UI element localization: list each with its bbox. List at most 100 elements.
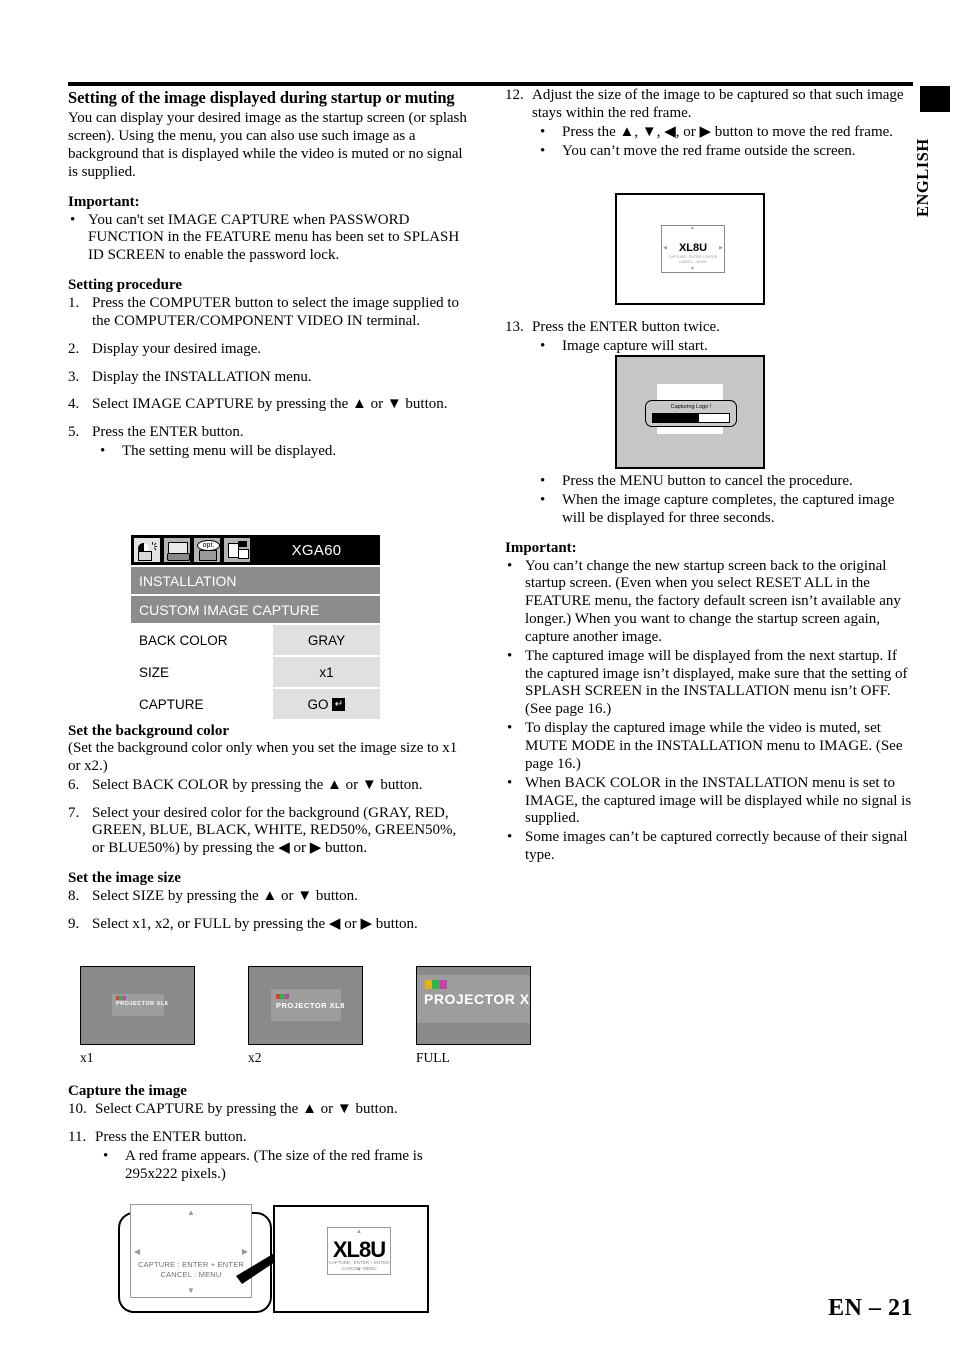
bullet-dot: • bbox=[540, 123, 546, 140]
thumbnail-caption: x2 bbox=[248, 1050, 262, 1065]
osd-row-custom-image-capture[interactable]: CUSTOM IMAGE CAPTURE bbox=[131, 594, 380, 623]
osd-value[interactable]: x1 bbox=[272, 657, 380, 687]
frame-down-arrow-icon: ▼ bbox=[356, 1267, 362, 1273]
bullet-text: You can’t move the red frame outside the… bbox=[562, 142, 856, 159]
step-12: 12. Adjust the size of the image to be c… bbox=[505, 87, 913, 123]
step-number: 1. bbox=[68, 295, 80, 312]
step-3: 3. Display the INSTALLATION menu. bbox=[68, 369, 468, 387]
important-bullet-1: • You can’t change the new startup scree… bbox=[505, 558, 913, 647]
image-icon[interactable] bbox=[133, 537, 161, 563]
important-bullet-left: • You can't set IMAGE CAPTURE when PASSW… bbox=[68, 212, 468, 266]
figure-up-arrow-icon: ▲ bbox=[690, 226, 695, 231]
important-bullet-4: • When BACK COLOR in the INSTALLATION me… bbox=[505, 775, 913, 829]
step-1: 1. Press the COMPUTER button to select t… bbox=[68, 295, 468, 331]
osd-row-back-color[interactable]: BACK COLOR GRAY bbox=[131, 623, 380, 655]
opt-box-glyph bbox=[199, 550, 217, 561]
progress-bar-fill bbox=[653, 414, 699, 422]
enter-icon: ↵ bbox=[332, 697, 346, 711]
step-number: 10. bbox=[68, 1101, 87, 1117]
osd-row-installation[interactable]: INSTALLATION bbox=[131, 565, 380, 594]
osd-row-capture[interactable]: CAPTURE GO ↵ bbox=[131, 687, 380, 719]
osd-key: CAPTURE bbox=[131, 689, 273, 719]
bullet-text: You can't set IMAGE CAPTURE when PASSWOR… bbox=[88, 211, 460, 264]
opt-icon[interactable]: opt. bbox=[193, 537, 221, 563]
rgb-chip-icon bbox=[425, 980, 447, 989]
osd-value-capture[interactable]: GO ↵ bbox=[272, 689, 380, 719]
progress-bar-track bbox=[652, 413, 730, 423]
right-column-lower: • Press the MENU button to cancel the pr… bbox=[505, 472, 913, 865]
bullet-text: To display the captured image while the … bbox=[525, 720, 903, 772]
step-text: Select BACK COLOR by pressing the ▲ or ▼… bbox=[92, 776, 423, 793]
step-number: 8. bbox=[68, 888, 80, 905]
step-11: 11. Press the ENTER button. bbox=[68, 1129, 468, 1147]
bullet-dot: • bbox=[103, 1147, 109, 1164]
page-title: Setting of the image displayed during st… bbox=[68, 88, 455, 107]
magnified-osd-frame: ▲ ◀ ▶ CAPTURE : ENTER + ENTER CANCEL : M… bbox=[130, 1204, 252, 1298]
bullet-dot: • bbox=[540, 142, 546, 159]
thumbnail-screen: PROJECTOR XL8 bbox=[416, 966, 531, 1045]
important-bullet-2: • The captured image will be displayed f… bbox=[505, 648, 913, 719]
bullet-dot: • bbox=[100, 443, 106, 460]
figure-red-frame-on-screen: XL8U CAPTURE : ENTER + ENTER CANCEL : ME… bbox=[615, 193, 765, 305]
step-2: 2. Display your desired image. bbox=[68, 341, 468, 359]
install-glyph-b bbox=[238, 541, 247, 547]
osd-value[interactable]: GRAY bbox=[272, 625, 380, 655]
osd-menu-name: INSTALLATION bbox=[131, 567, 380, 594]
capture-heading: Capture the image bbox=[68, 1083, 187, 1099]
osd-row-size[interactable]: SIZE x1 bbox=[131, 655, 380, 687]
step-13-bullet: • Image capture will start. bbox=[505, 338, 913, 356]
background-color-heading: Set the background color bbox=[68, 723, 229, 739]
install-glyph-c bbox=[238, 549, 249, 559]
image-size-examples: PROJECTOR XL8 x1 PROJECTOR XL8 x2 PROJEC… bbox=[80, 966, 531, 1066]
step-number: 2. bbox=[68, 340, 80, 357]
step-number: 12. bbox=[505, 87, 524, 103]
figure-left-arrow-icon: ◀ bbox=[663, 246, 667, 251]
osd-up-arrow-icon: ▲ bbox=[187, 1208, 195, 1217]
step-4: 4. Select IMAGE CAPTURE by pressing the … bbox=[68, 396, 468, 414]
capturing-dialog: Capturing Logo ! bbox=[645, 400, 737, 427]
step-text: Press the ENTER button. bbox=[95, 1128, 247, 1145]
bullet-text: Image capture will start. bbox=[562, 337, 708, 354]
osd-value-text: GO bbox=[307, 696, 329, 712]
step-number: 3. bbox=[68, 368, 80, 385]
capture-section: Capture the image 10. Select CAPTURE by … bbox=[68, 1082, 468, 1183]
osd-menu[interactable]: opt. XGA60 INSTALLATION CUSTOM IMAGE CAP… bbox=[131, 535, 380, 719]
capture-hint-line1: CAPTURE : ENTER + ENTER bbox=[137, 1260, 245, 1269]
screen-icon[interactable] bbox=[163, 537, 191, 563]
step-number: 4. bbox=[68, 396, 80, 413]
bullet-dot: • bbox=[70, 211, 76, 228]
thumbnail-full: PROJECTOR XL8 FULL bbox=[416, 966, 531, 1066]
step-6: 6. Select BACK COLOR by pressing the ▲ o… bbox=[68, 777, 468, 795]
procedure-heading: Setting procedure bbox=[68, 277, 183, 294]
step-number: 6. bbox=[68, 776, 80, 793]
page-number: EN – 21 bbox=[828, 1295, 913, 1321]
step-text: Select your desired color for the backgr… bbox=[92, 804, 457, 857]
installation-icon[interactable] bbox=[223, 537, 251, 563]
step-9: 9. Select x1, x2, or FULL by pressing th… bbox=[68, 916, 468, 934]
step-number: 9. bbox=[68, 915, 80, 932]
bullet-dot: • bbox=[540, 337, 546, 354]
step-text: Select IMAGE CAPTURE by pressing the ▲ o… bbox=[92, 396, 448, 413]
capture-hint-line2: CANCEL : MENU bbox=[160, 1270, 222, 1280]
logo-text: PROJECTOR XL8 bbox=[424, 991, 530, 1007]
rgb-chip-icon bbox=[116, 996, 126, 1000]
step-text: Select x1, x2, or FULL by pressing the ◀… bbox=[92, 915, 418, 932]
thumbnail-caption: x1 bbox=[80, 1050, 94, 1065]
osd-signal-label: XGA60 bbox=[291, 541, 342, 559]
step-number: 13. bbox=[505, 319, 524, 335]
osd-tab-bar[interactable]: opt. XGA60 bbox=[131, 535, 380, 565]
logo-text: PROJECTOR XL8 bbox=[276, 1001, 345, 1010]
osd-tab-icons[interactable]: opt. bbox=[131, 535, 253, 565]
figure-capturing-progress: Capturing Logo ! bbox=[615, 355, 765, 469]
thumbnail-caption: FULL bbox=[416, 1050, 450, 1065]
osd-key: BACK COLOR bbox=[131, 625, 273, 655]
figure-logo-text: XL8U bbox=[678, 242, 708, 254]
logo-text: PROJECTOR XL8 bbox=[116, 1001, 169, 1007]
document-page: ENGLISH Setting of the image displayed d… bbox=[0, 0, 954, 1351]
step-5: 5. Press the ENTER button. bbox=[68, 424, 468, 442]
step-5-bullet: • The setting menu will be displayed. bbox=[68, 443, 468, 461]
osd-down-arrow-icon: ▼ bbox=[187, 1286, 195, 1295]
left-column-lower: Set the background color (Set the backgr… bbox=[68, 722, 468, 934]
step-text: Press the COMPUTER button to select the … bbox=[92, 295, 460, 329]
image-size-heading: Set the image size bbox=[68, 870, 181, 887]
